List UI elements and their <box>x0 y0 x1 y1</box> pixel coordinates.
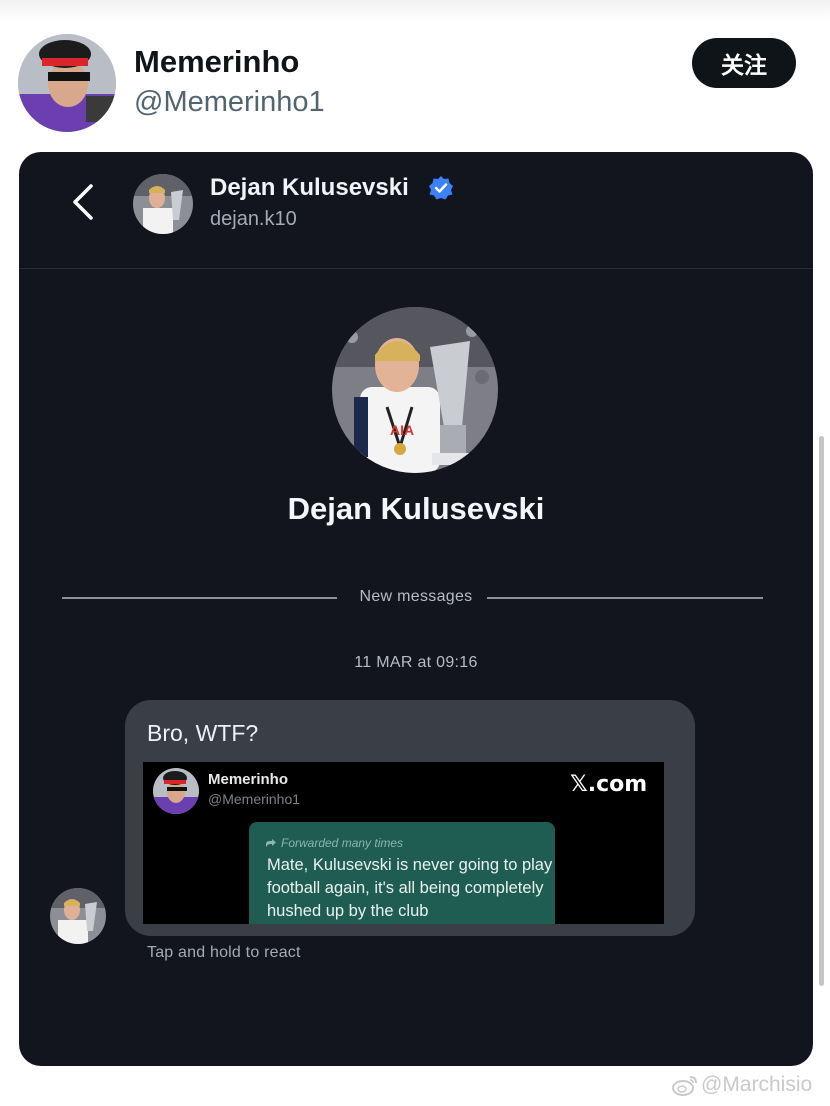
message-text: Bro, WTF? <box>147 720 259 746</box>
contact-name[interactable]: Dejan Kulusevski <box>210 174 409 202</box>
header-divider <box>19 268 813 269</box>
card-avatar <box>153 768 199 814</box>
poster-handle[interactable]: @Memerinho1 <box>134 86 325 119</box>
watermark: @Marchisio <box>672 1073 812 1097</box>
sender-avatar[interactable] <box>50 888 106 944</box>
page-scrollbar[interactable] <box>819 436 824 986</box>
profile-avatar[interactable]: AIA <box>332 307 498 473</box>
weibo-icon <box>672 1076 697 1096</box>
back-icon[interactable] <box>69 182 99 222</box>
contact-avatar[interactable] <box>133 174 193 234</box>
follow-button[interactable]: 关注 <box>692 38 796 88</box>
card-author-handle: @Memerinho1 <box>208 791 301 807</box>
verified-icon <box>429 176 453 200</box>
poster-name[interactable]: Memerinho <box>134 44 299 80</box>
forwarded-tag-label: Forwarded many times <box>281 836 404 850</box>
svg-text:AIA: AIA <box>390 422 414 438</box>
react-hint: Tap and hold to react <box>147 944 301 961</box>
watermark-text: @Marchisio <box>701 1073 813 1096</box>
forwarded-text: Mate, Kulusevski is never going to play … <box>267 856 553 920</box>
message-timestamp: 11 MAR at 09:16 <box>354 654 478 671</box>
message-bubble[interactable]: Bro, WTF? Memerinho @Memerinho1 𝕏.com Fo… <box>125 700 695 936</box>
card-author-name: Memerinho <box>208 771 289 788</box>
profile-name: Dejan Kulusevski <box>287 491 545 526</box>
forward-icon <box>266 839 276 847</box>
card-brand: 𝕏.com <box>570 772 648 797</box>
poster-avatar[interactable] <box>18 34 116 132</box>
new-messages-line-right <box>487 597 763 599</box>
dm-screenshot: Dejan Kulusevski dejan.k10 AIA Dejan Kul… <box>19 152 813 1066</box>
forwarded-message: Forwarded many times Mate, Kulusevski is… <box>249 822 555 924</box>
contact-handle: dejan.k10 <box>210 208 297 230</box>
top-edge <box>0 0 830 22</box>
embedded-tweet-card[interactable]: Memerinho @Memerinho1 𝕏.com Forwarded ma… <box>143 762 664 924</box>
forwarded-tag: Forwarded many times <box>265 836 403 850</box>
